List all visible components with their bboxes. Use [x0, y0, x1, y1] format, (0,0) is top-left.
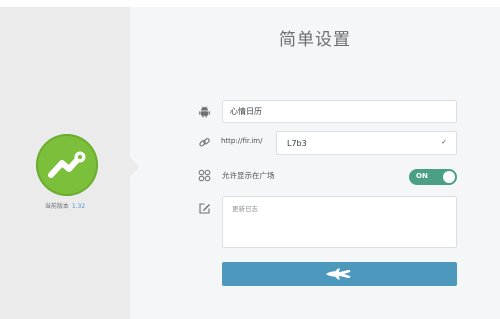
sidebar: 当前版本 1.32: [0, 7, 130, 319]
changelog-placeholder: 更新日志: [232, 205, 258, 213]
url-prefix: http://fir.im/: [221, 137, 263, 145]
toggle-on-text: ON: [416, 172, 428, 180]
grid-icon: [198, 169, 211, 182]
version-label: 当前版本: [44, 203, 69, 210]
settings-window: 当前版本 1.32 简单设置 心情日历 http://fir.im/ L7b3 …: [0, 7, 500, 319]
version-info: 当前版本 1.32: [0, 201, 130, 210]
plaza-label: 允许显示在广场: [222, 171, 275, 180]
page-title: 简单设置: [279, 30, 351, 50]
url-suffix-value: L7b3: [287, 138, 307, 148]
paper-plane-icon: [326, 268, 351, 280]
changelog-textarea[interactable]: 更新日志: [222, 196, 457, 248]
app-name-input[interactable]: 心情日历: [222, 100, 457, 123]
toggle-knob: [443, 171, 455, 183]
submit-button[interactable]: [222, 262, 457, 286]
logo-mark-icon: [48, 151, 86, 178]
checkmark-icon: ✓: [441, 138, 447, 146]
app-name-value: 心情日历: [230, 107, 262, 116]
url-suffix-select[interactable]: L7b3 ✓: [276, 131, 457, 155]
android-icon: [198, 105, 211, 118]
plaza-toggle[interactable]: ON: [409, 169, 457, 185]
link-icon: [198, 136, 211, 149]
app-logo: [36, 134, 98, 196]
main-panel: 简单设置 心情日历 http://fir.im/ L7b3 ✓ 允许显示在广场 …: [130, 7, 500, 319]
version-number: 1.32: [71, 203, 86, 210]
edit-icon: [198, 202, 211, 215]
